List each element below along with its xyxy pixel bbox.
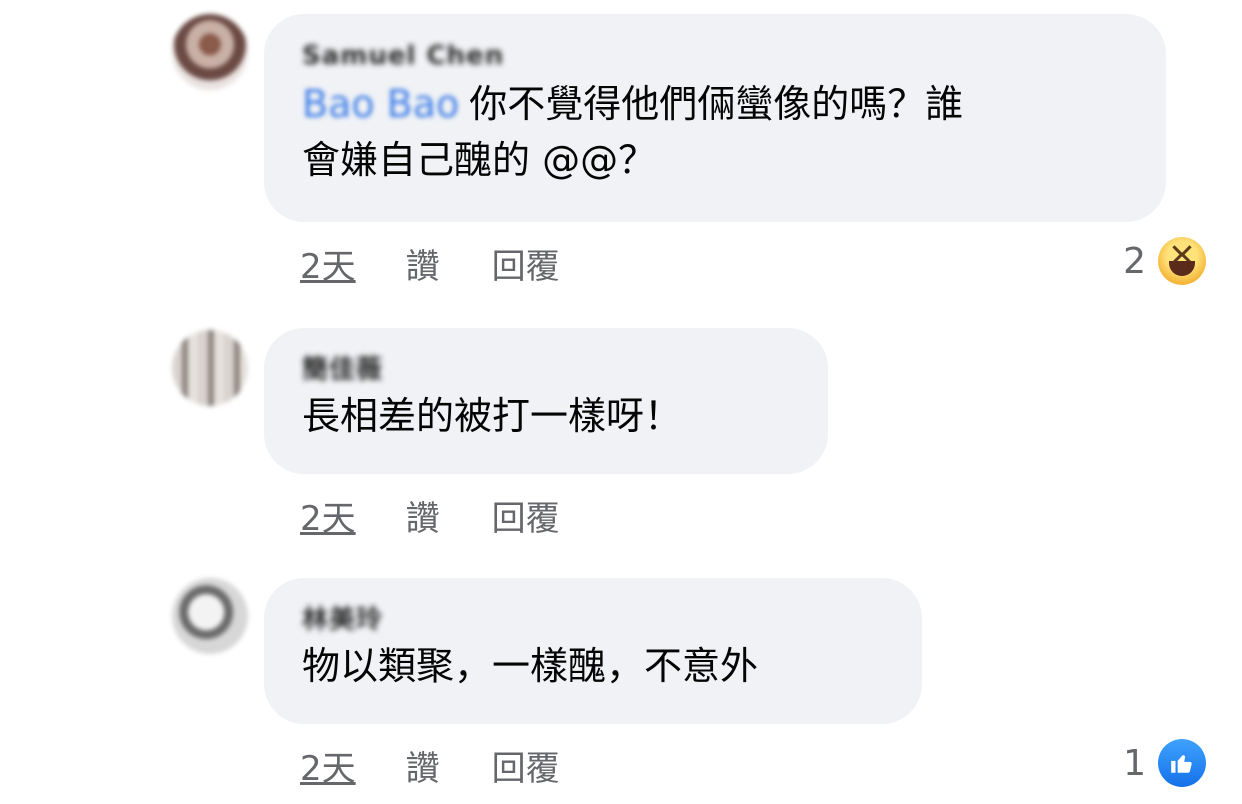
comment-text: 長相差的被打一樣呀！	[302, 394, 683, 438]
comment-actions: 2天 讚 回覆	[300, 740, 560, 790]
reaction-summary[interactable]: 2	[1123, 236, 1206, 286]
reply-button[interactable]: 回覆	[492, 491, 560, 540]
reply-button[interactable]: 回覆	[492, 239, 560, 288]
haha-icon	[1158, 237, 1206, 285]
comment-bubble: 林美玲 物以類聚，一樣醜，不意外	[264, 578, 922, 724]
like-button[interactable]: 讚	[406, 239, 440, 288]
comment-actions: 2天 讚 回覆	[300, 490, 560, 540]
reaction-count: 2	[1123, 240, 1146, 282]
mention-tag[interactable]: Bao Bao	[302, 76, 459, 132]
comment-text: 物以類聚，一樣醜，不意外	[302, 644, 759, 688]
comment-author[interactable]: 簡佳薇	[302, 354, 383, 386]
thumbs-up-icon	[1171, 755, 1192, 773]
commenter-avatar[interactable]	[172, 330, 248, 406]
reaction-summary[interactable]: 1	[1123, 738, 1206, 788]
comment-author[interactable]: Samuel Chen	[302, 40, 504, 72]
thumbs-up-icon	[1158, 739, 1206, 787]
comment-timestamp[interactable]: 2天	[300, 491, 356, 540]
comment-timestamp[interactable]: 2天	[300, 741, 356, 790]
comment-text: Bao Bao 你不覺得他們倆蠻像的嗎？誰 會嫌自己醜的 @@？	[302, 76, 1128, 188]
comment-bubble: Samuel Chen Bao Bao 你不覺得他們倆蠻像的嗎？誰 會嫌自己醜的 …	[264, 14, 1166, 222]
comment-bubble: 簡佳薇 長相差的被打一樣呀！	[264, 328, 828, 474]
comment-timestamp[interactable]: 2天	[300, 239, 356, 288]
commenter-avatar[interactable]	[172, 14, 248, 90]
reply-button[interactable]: 回覆	[492, 741, 560, 790]
comment-author[interactable]: 林美玲	[302, 604, 383, 636]
comment-actions: 2天 讚 回覆	[300, 238, 560, 288]
comment-text-line: 會嫌自己醜的 @@？	[302, 138, 657, 182]
reaction-count: 1	[1123, 742, 1146, 784]
like-button[interactable]: 讚	[406, 491, 440, 540]
like-button[interactable]: 讚	[406, 741, 440, 790]
comment-text-line: 你不覺得他們倆蠻像的嗎？誰	[469, 82, 964, 126]
commenter-avatar[interactable]	[172, 578, 248, 654]
